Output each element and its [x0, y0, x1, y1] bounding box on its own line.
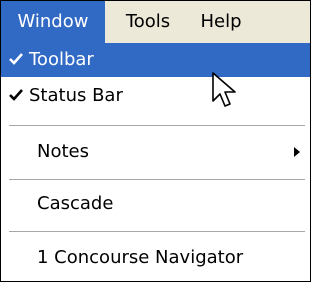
menu-bar: Window Tools Help: [1, 1, 310, 43]
menu-item-label: Notes: [37, 141, 89, 162]
menu-separator: [9, 231, 305, 232]
menu-help[interactable]: Help: [191, 1, 251, 43]
menu-separator: [9, 125, 305, 126]
menu-item-label: 1 Concourse Navigator: [37, 247, 244, 268]
menu-separator: [9, 179, 305, 180]
menu-item-toolbar[interactable]: Toolbar: [1, 43, 310, 77]
checkmark-icon: [9, 89, 23, 101]
window-menu-screenshot: Window Tools Help Toolbar Status Bar Not…: [0, 0, 311, 282]
menu-item-status-bar[interactable]: Status Bar: [1, 79, 310, 113]
menu-item-notes[interactable]: Notes: [1, 135, 310, 169]
menu-tools[interactable]: Tools: [111, 1, 185, 43]
mouse-pointer-icon: [212, 72, 236, 107]
menu-item-concourse-navigator[interactable]: 1 Concourse Navigator: [1, 241, 310, 275]
menu-item-label: Cascade: [37, 193, 114, 214]
submenu-arrow-icon: [294, 147, 300, 157]
menu-item-label: Toolbar: [29, 49, 94, 70]
window-dropdown-menu: Toolbar Status Bar Notes Cascade 1 Conco…: [1, 43, 310, 281]
checkmark-icon: [9, 53, 23, 65]
menu-item-label: Status Bar: [29, 85, 123, 106]
menu-item-cascade[interactable]: Cascade: [1, 187, 310, 221]
menu-window[interactable]: Window: [1, 1, 105, 43]
